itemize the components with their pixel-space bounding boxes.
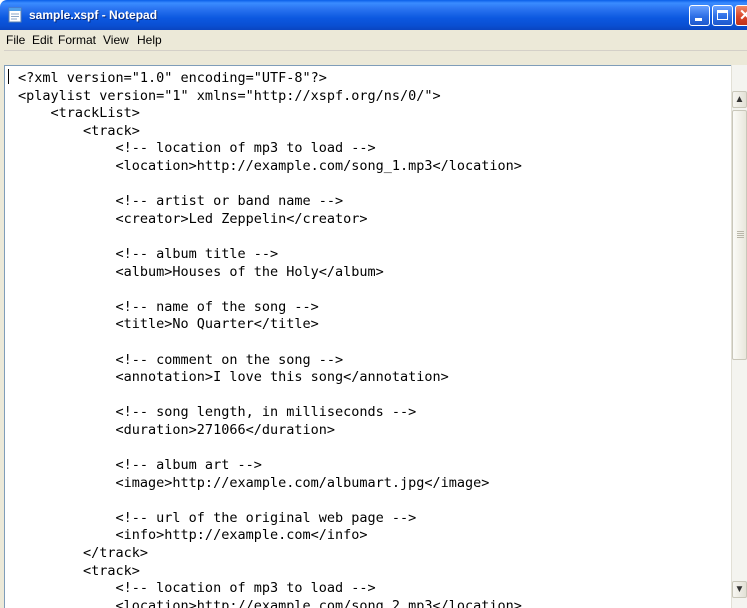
maximize-button[interactable] <box>712 5 733 26</box>
vertical-scrollbar[interactable]: ▲ ▼ <box>731 65 747 608</box>
code-line: <location>http://example.com/song_2.mp3<… <box>18 597 522 608</box>
editor-frame <box>4 51 747 65</box>
code-line: <!-- location of mp3 to load --> <box>18 580 376 597</box>
scrollbar-thumb[interactable] <box>732 110 747 360</box>
code-line: <track> <box>18 122 140 139</box>
code-line: <?xml version="1.0" encoding="UTF-8"?> <box>18 70 327 86</box>
code-line: <trackList> <box>18 105 140 122</box>
code-line: <album>Houses of the Holy</album> <box>18 263 384 280</box>
code-line: <!-- url of the original web page --> <box>18 509 417 526</box>
code-line: <!-- album art --> <box>18 457 262 474</box>
code-line: <title>No Quarter</title> <box>18 316 319 333</box>
menu-format[interactable]: Format <box>58 33 96 47</box>
code-line: <playlist version="1" xmlns="http://xspf… <box>18 87 441 104</box>
code-line: <track> <box>18 562 140 579</box>
text-caret <box>8 69 9 84</box>
code-line: <!-- album title --> <box>18 245 279 262</box>
editor-content[interactable]: <?xml version="1.0" encoding="UTF-8"?> <p… <box>18 70 522 608</box>
code-line: <info>http://example.com</info> <box>18 527 368 544</box>
menu-help[interactable]: Help <box>137 33 162 47</box>
code-line: <!-- comment on the song --> <box>18 351 344 368</box>
code-line: <!-- artist or band name --> <box>18 193 344 210</box>
scroll-down-arrow-icon: ▼ <box>734 584 745 595</box>
close-icon: ✕ <box>739 7 747 24</box>
title-bar[interactable]: sample.xspf - Notepad ✕ <box>0 0 747 30</box>
minimize-button[interactable] <box>689 5 710 26</box>
code-line: <duration>271066</duration> <box>18 421 335 438</box>
code-line: <image>http://example.com/albumart.jpg</… <box>18 474 490 491</box>
code-line: <!-- song length, in milliseconds --> <box>18 404 417 421</box>
menu-file[interactable]: File <box>6 33 25 47</box>
code-line: <!-- location of mp3 to load --> <box>18 140 376 157</box>
scroll-down-button[interactable]: ▼ <box>732 581 747 598</box>
code-line: <annotation>I love this song</annotation… <box>18 369 449 386</box>
code-line: <location>http://example.com/song_1.mp3<… <box>18 157 522 174</box>
grip-icon <box>737 231 744 238</box>
maximize-icon <box>717 10 728 20</box>
menu-view[interactable]: View <box>103 33 129 47</box>
text-editor[interactable]: <?xml version="1.0" encoding="UTF-8"?> <p… <box>4 65 731 608</box>
window-title: sample.xspf - Notepad <box>29 8 158 22</box>
notepad-icon <box>8 7 22 23</box>
code-line: <creator>Led Zeppelin</creator> <box>18 210 368 227</box>
menu-edit[interactable]: Edit <box>32 33 53 47</box>
code-line: </track> <box>18 545 149 562</box>
close-button[interactable]: ✕ <box>735 5 747 26</box>
code-line: <!-- name of the song --> <box>18 298 319 315</box>
scroll-up-arrow-icon: ▲ <box>734 94 745 105</box>
scroll-up-button[interactable]: ▲ <box>732 91 747 108</box>
menu-bar: File Edit Format View Help <box>0 30 747 51</box>
minimize-icon <box>695 18 702 21</box>
